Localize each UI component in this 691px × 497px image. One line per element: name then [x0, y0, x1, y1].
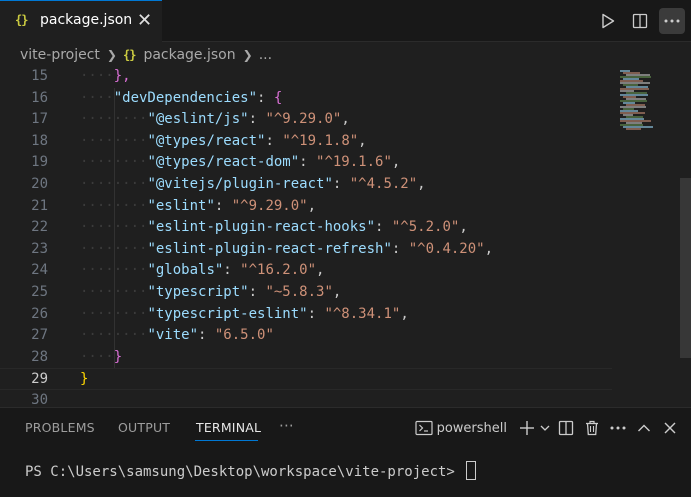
tab-terminal[interactable]: TERMINAL — [196, 420, 261, 435]
line-content: ········"@types/react": "^19.1.8", — [80, 132, 367, 149]
trash-icon[interactable] — [579, 415, 605, 441]
panel-more-icon[interactable]: ··· — [279, 417, 294, 435]
line-number: 15 — [31, 68, 48, 84]
breadcrumb-folder[interactable]: vite-project — [20, 47, 100, 63]
editor-actions — [595, 8, 685, 34]
more-actions-icon[interactable] — [659, 8, 685, 34]
line-content: ········"@eslint/js": "^9.29.0", — [80, 111, 350, 128]
line-number: 16 — [31, 89, 48, 106]
line-content: ········"typescript-eslint": "^8.34.1", — [80, 305, 409, 322]
line-content: ········"eslint": "^9.29.0", — [80, 197, 317, 214]
line-number: 27 — [31, 327, 48, 344]
line-number: 18 — [31, 132, 48, 149]
indent-guide — [113, 87, 115, 369]
editor-scrollbar[interactable] — [680, 178, 691, 358]
active-tab-indicator — [195, 440, 258, 441]
terminal-output[interactable]: PS C:\Users\samsung\Desktop\workspace\vi… — [25, 461, 477, 480]
terminal-prompt: PS C:\Users\samsung\Desktop\workspace\vi… — [25, 464, 464, 480]
line-number: 30 — [31, 392, 48, 407]
code-line[interactable]: 19 ········"@types/react-dom": "^19.1.6", — [0, 152, 612, 174]
tab-label: package.json — [40, 12, 133, 28]
code-line[interactable]: 23 ········"eslint-plugin-react-refresh":… — [0, 239, 612, 261]
chevron-up-icon[interactable] — [631, 415, 657, 441]
chevron-right-icon: ❯ — [242, 48, 253, 62]
line-content: ········"eslint-plugin-react-hooks": "^5… — [80, 219, 468, 236]
line-number: 25 — [31, 284, 48, 300]
code-line[interactable]: 24 ········"globals": "^16.2.0", — [0, 260, 612, 282]
json-file-icon: {} — [15, 13, 28, 27]
line-content: ····"devDependencies": { — [80, 89, 283, 106]
minimap-line — [626, 128, 641, 130]
tab-output[interactable]: OUTPUT — [118, 420, 170, 435]
editor-tab-bar: {} package.json ✕ — [0, 0, 691, 42]
shell-name[interactable]: powershell — [437, 421, 507, 436]
line-content: ········"typescript": "~5.8.3", — [80, 284, 342, 300]
line-content: ········"@types/react-dom": "^19.1.6", — [80, 154, 401, 171]
line-number: 22 — [31, 219, 48, 236]
more-icon[interactable] — [605, 415, 631, 441]
code-line[interactable]: 15 ····}, — [0, 68, 612, 88]
chevron-right-icon: ❯ — [106, 48, 117, 62]
tab-package-json[interactable]: {} package.json ✕ — [0, 0, 162, 42]
code-line[interactable]: 17 ········"@eslint/js": "^9.29.0", — [0, 109, 612, 131]
line-content: ········"vite": "6.5.0" — [80, 327, 274, 344]
line-number: 26 — [31, 305, 48, 322]
panel-actions: powershell — [411, 416, 683, 440]
code-line[interactable]: 27 ········"vite": "6.5.0" — [0, 325, 612, 347]
code-line[interactable]: 20 ········"@vitejs/plugin-react": "^4.5.… — [0, 174, 612, 196]
code-line[interactable]: 22 ········"eslint-plugin-react-hooks": "… — [0, 217, 612, 239]
split-terminal-icon[interactable] — [553, 415, 579, 441]
new-terminal-plus-icon[interactable] — [517, 415, 537, 441]
code-line[interactable]: 16 ····"devDependencies": { — [0, 88, 612, 110]
panel-tab-bar: PROBLEMS OUTPUT TERMINAL ··· powershell — [0, 408, 691, 448]
chevron-down-icon[interactable] — [537, 415, 553, 441]
line-number: 21 — [31, 197, 48, 214]
line-number: 17 — [31, 111, 48, 128]
breadcrumb-file[interactable]: package.json — [143, 47, 235, 63]
code-line[interactable]: 28 ····} — [0, 347, 612, 369]
run-icon[interactable] — [595, 8, 621, 34]
code-line[interactable]: 26 ········"typescript-eslint": "^8.34.1"… — [0, 304, 612, 326]
close-icon[interactable]: ✕ — [137, 10, 152, 31]
line-content: ········"globals": "^16.2.0", — [80, 262, 325, 279]
line-number: 20 — [31, 176, 48, 192]
line-number: 24 — [31, 262, 48, 279]
close-panel-icon[interactable] — [657, 415, 683, 441]
split-editor-icon[interactable] — [627, 8, 653, 34]
terminal-cursor — [466, 461, 477, 480]
code-line[interactable]: 25 ········"typescript": "~5.8.3", — [0, 282, 612, 304]
breadcrumb-more[interactable]: ... — [259, 47, 272, 63]
breadcrumb: vite-project ❯ {} package.json ❯ ... — [0, 42, 691, 68]
line-content: ········"eslint-plugin-react-refresh": "… — [80, 240, 494, 257]
bottom-panel: PROBLEMS OUTPUT TERMINAL ··· powershell — [0, 407, 691, 497]
line-number: 19 — [31, 154, 48, 171]
line-number: 23 — [31, 240, 48, 257]
code-line[interactable]: 21 ········"eslint": "^9.29.0", — [0, 196, 612, 218]
code-line[interactable]: 30 — [0, 390, 612, 407]
code-line[interactable]: 29} — [0, 368, 612, 390]
code-line[interactable]: 18 ········"@types/react": "^19.1.8", — [0, 131, 612, 153]
code-editor[interactable]: 15 ····}, 16 ····"devDependencies": { 17 ····… — [0, 68, 691, 407]
line-content: ········"@vitejs/plugin-react": "^4.5.2"… — [80, 176, 426, 192]
line-number: 29 — [31, 371, 48, 388]
minimap[interactable] — [612, 68, 682, 407]
line-number: 28 — [31, 348, 48, 365]
line-content: ····}, — [80, 68, 131, 84]
line-content: } — [80, 371, 89, 388]
tab-problems[interactable]: PROBLEMS — [25, 420, 95, 435]
line-content: ····} — [80, 348, 123, 365]
terminal-icon — [411, 415, 437, 441]
json-file-icon: {} — [122, 48, 136, 62]
